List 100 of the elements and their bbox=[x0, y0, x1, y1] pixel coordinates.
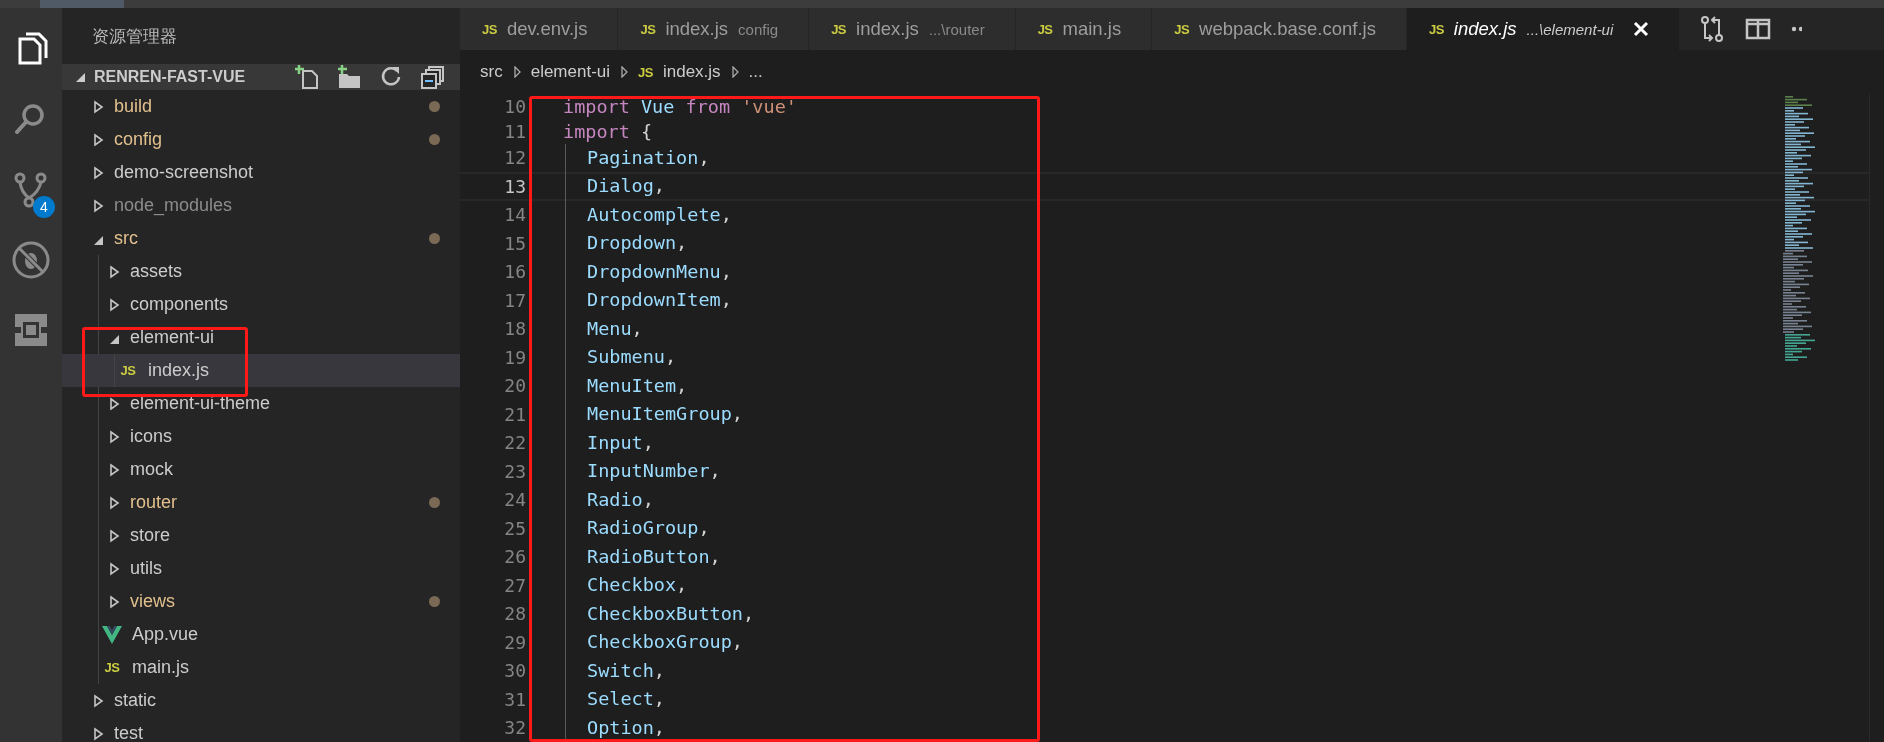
line-number: 13 bbox=[503, 175, 526, 197]
breadcrumb-item[interactable]: index.js bbox=[662, 62, 721, 82]
code-text: import { bbox=[563, 120, 653, 142]
tab-description: ...\element-ui bbox=[1526, 20, 1614, 38]
caret-icon bbox=[108, 429, 120, 444]
line-number: 18 bbox=[503, 318, 526, 340]
tree-item[interactable]: element-ui-theme bbox=[62, 387, 460, 420]
modified-dot bbox=[429, 101, 440, 112]
editor-tab[interactable]: JS webpack.base.conf.js bbox=[1152, 8, 1407, 50]
breadcrumb-item[interactable]: ... bbox=[748, 62, 763, 82]
js-file-icon: JS bbox=[1174, 21, 1190, 37]
chevron-icon bbox=[512, 66, 521, 78]
caret-icon bbox=[108, 561, 120, 576]
js-file-icon: JS bbox=[1428, 21, 1444, 37]
tab-description: ...\router bbox=[928, 20, 985, 38]
tree-item[interactable]: element-ui bbox=[62, 321, 460, 354]
tree-item[interactable]: static bbox=[62, 684, 460, 717]
tree-item[interactable]: demo-screenshot bbox=[62, 156, 460, 189]
line-number: 19 bbox=[503, 346, 526, 368]
line-number: 16 bbox=[503, 261, 526, 283]
tree-item[interactable]: router bbox=[62, 486, 460, 519]
code-text: Option, bbox=[565, 713, 665, 742]
line-number: 14 bbox=[503, 204, 526, 226]
caret-icon bbox=[92, 198, 104, 213]
tree-item[interactable]: views bbox=[62, 585, 460, 618]
code-text: RadioButton, bbox=[565, 542, 721, 571]
breadcrumb-item[interactable]: src bbox=[480, 62, 503, 82]
caret-icon bbox=[108, 594, 120, 609]
editor-tab[interactable]: JS main.js bbox=[1015, 8, 1153, 50]
caret-icon bbox=[92, 132, 104, 147]
close-icon[interactable] bbox=[1633, 21, 1650, 37]
code-text: Menu, bbox=[565, 314, 643, 343]
new-file-icon[interactable] bbox=[294, 64, 320, 90]
code-text: CheckboxButton, bbox=[565, 599, 755, 628]
code-text: Submenu, bbox=[565, 343, 677, 372]
code-text: Dropdown, bbox=[565, 229, 688, 258]
collapse-all-icon[interactable] bbox=[420, 64, 446, 90]
caret-icon bbox=[108, 297, 120, 312]
modified-dot bbox=[429, 596, 440, 607]
line-number: 25 bbox=[503, 517, 526, 539]
tree-item[interactable]: JS index.js bbox=[62, 354, 460, 387]
vue-file-icon bbox=[102, 625, 122, 644]
js-file-icon: JS bbox=[831, 21, 847, 37]
tree-item[interactable]: config bbox=[62, 123, 460, 156]
tree-item[interactable]: store bbox=[62, 519, 460, 552]
tree-item[interactable]: components bbox=[62, 288, 460, 321]
code-text: MenuItem, bbox=[565, 371, 688, 400]
modified-dot bbox=[429, 134, 440, 145]
line-number: 17 bbox=[503, 289, 526, 311]
editor-tab[interactable]: JS index.js ...\element-ui bbox=[1406, 8, 1681, 50]
tab-label: dev.env.js bbox=[506, 18, 588, 40]
editor-tab[interactable]: JS dev.env.js bbox=[460, 8, 619, 50]
panel-title: 资源管理器 bbox=[91, 25, 178, 48]
code-text: InputNumber, bbox=[565, 457, 721, 486]
line-number: 32 bbox=[503, 717, 526, 739]
line-number: 24 bbox=[503, 489, 526, 511]
modified-dot bbox=[429, 497, 440, 508]
code-text: Switch, bbox=[565, 656, 665, 685]
caret-icon bbox=[108, 396, 120, 411]
code-text: import Vue from 'vue' bbox=[563, 95, 797, 117]
tree-item[interactable]: test bbox=[62, 717, 460, 742]
js-file-icon: JS bbox=[638, 64, 653, 80]
tab-label: index.js bbox=[1453, 18, 1517, 40]
chevron-icon bbox=[730, 66, 739, 78]
line-number: 28 bbox=[503, 603, 526, 625]
new-folder-icon[interactable] bbox=[336, 64, 362, 90]
section-header[interactable]: RENREN-FAST-VUE bbox=[62, 64, 460, 90]
no-bug-icon[interactable] bbox=[11, 240, 51, 280]
tree-item[interactable]: JS main.js bbox=[62, 651, 460, 684]
breadcrumb-item[interactable]: element-ui bbox=[530, 62, 611, 82]
tree-item[interactable]: icons bbox=[62, 420, 460, 453]
editor-tab[interactable]: JS index.js ...\router bbox=[809, 8, 1016, 50]
line-number: 27 bbox=[503, 574, 526, 596]
editor-tab[interactable]: JS index.js config bbox=[618, 8, 810, 50]
code-text: Radio, bbox=[565, 485, 654, 514]
tree-item[interactable]: build bbox=[62, 90, 460, 123]
line-number: 26 bbox=[503, 546, 526, 568]
code-text: Dialog, bbox=[565, 172, 665, 201]
line-number: 20 bbox=[503, 375, 526, 397]
line-number: 23 bbox=[503, 460, 526, 482]
js-file-icon: JS bbox=[640, 21, 656, 37]
line-number: 22 bbox=[503, 432, 526, 454]
tree-item[interactable]: assets bbox=[62, 255, 460, 288]
modified-dot bbox=[429, 233, 440, 244]
count-badge: 4 bbox=[33, 196, 55, 218]
tree-item[interactable]: App.vue bbox=[62, 618, 460, 651]
js-file-icon: JS bbox=[104, 660, 120, 675]
code-text: Pagination, bbox=[565, 143, 710, 172]
tree-item[interactable]: node_modules bbox=[62, 189, 460, 222]
chevron-icon bbox=[620, 66, 629, 78]
caret-icon bbox=[92, 693, 104, 708]
tab-label: main.js bbox=[1062, 18, 1122, 40]
tree-item[interactable]: src bbox=[62, 222, 460, 255]
caret-icon bbox=[92, 99, 104, 114]
line-number: 12 bbox=[503, 147, 526, 169]
js-file-icon: JS bbox=[482, 21, 497, 37]
code-text: Autocomplete, bbox=[565, 200, 732, 229]
tree-item[interactable]: utils bbox=[62, 552, 460, 585]
caret-icon bbox=[92, 165, 104, 180]
tree-item[interactable]: mock bbox=[62, 453, 460, 486]
